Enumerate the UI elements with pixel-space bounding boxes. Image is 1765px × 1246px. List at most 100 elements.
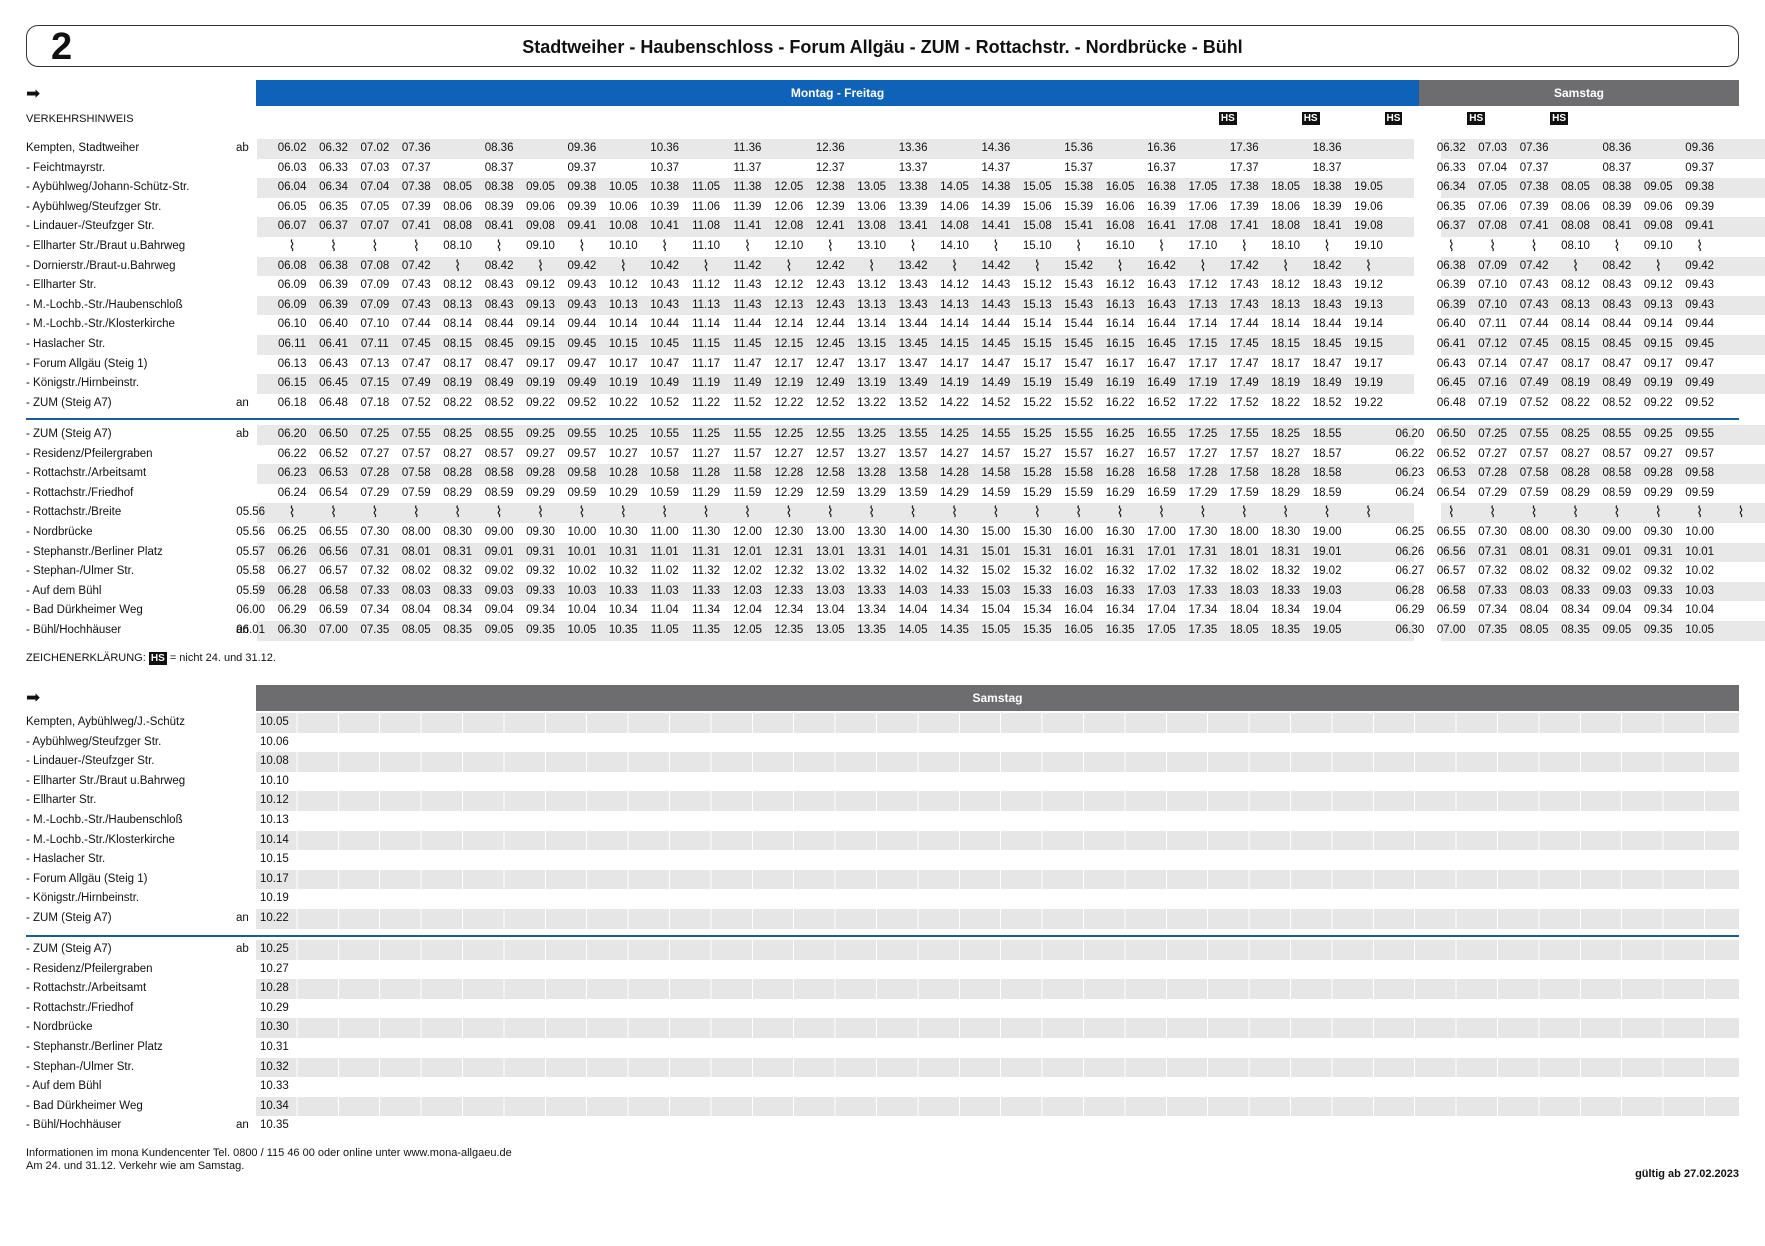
time-cell: 09.34 xyxy=(1643,604,1673,617)
time-cell: 08.47 xyxy=(1602,357,1632,370)
time-cell: 06.33 xyxy=(1436,161,1466,174)
time-cell: 10.01 xyxy=(567,545,597,558)
time-cell: 13.22 xyxy=(857,396,887,409)
stop-name: - Stephanstr./Berliner Platz xyxy=(26,545,163,558)
time-cell: 18.49 xyxy=(1312,377,1342,390)
time-cell: 08.38 xyxy=(484,181,514,194)
time-cell: 12.41 xyxy=(815,220,845,233)
time-cell: 18.44 xyxy=(1312,318,1342,331)
time-cell: 10.03 xyxy=(567,584,597,597)
timetable-page: { "header":{"line":"2","route":"Stadtwei… xyxy=(0,0,1765,1246)
time-cell: 07.38 xyxy=(1519,181,1549,194)
time-cell: 06.27 xyxy=(277,565,307,578)
time-cell: 06.43 xyxy=(319,357,348,370)
time-cell: 06.59 xyxy=(1436,604,1466,617)
arr-dep-marker: an xyxy=(236,912,249,924)
time-cell: 09.29 xyxy=(526,486,555,499)
time-cell: 14.49 xyxy=(981,377,1011,390)
time-cell: 08.43 xyxy=(1602,298,1632,311)
stop-name: - Feichtmayrstr. xyxy=(26,161,106,174)
time-cell: 07.11 xyxy=(360,338,389,350)
time-cell: 17.45 xyxy=(1229,338,1259,350)
skip-wave-icon: ⌇ xyxy=(1157,237,1166,255)
legend-hs-badge: HS xyxy=(148,652,167,665)
band-weekday: Montag - Freitag xyxy=(256,80,1419,106)
time-cell: 06.54 xyxy=(319,486,348,499)
time-cell: 07.05 xyxy=(1478,181,1508,194)
time-cell: 09.31 xyxy=(1643,545,1673,558)
time-cell: 07.42 xyxy=(401,259,431,272)
time-cell: 11.38 xyxy=(733,181,762,194)
time-cell: 12.28 xyxy=(774,467,804,480)
time-cell: 07.34 xyxy=(360,604,390,617)
time-cell: 15.19 xyxy=(1022,377,1052,390)
time-cell: 10.02 xyxy=(567,565,597,578)
stop-name: - Ellharter Str. xyxy=(26,279,97,292)
time-cell: 08.34 xyxy=(443,604,473,617)
time-cell: 05.56 xyxy=(236,526,266,538)
time-cell: 10.14 xyxy=(260,833,289,846)
time-cell: 05.58 xyxy=(236,565,266,578)
time-cell: 17.01 xyxy=(1147,545,1176,558)
table-separator xyxy=(26,935,1739,937)
time-cell: 14.38 xyxy=(981,181,1011,194)
time-cell: 18.41 xyxy=(1312,220,1342,233)
time-cell: 10.57 xyxy=(650,447,680,460)
time-cell: 11.58 xyxy=(733,467,762,480)
skip-wave-icon: ⌇ xyxy=(1571,256,1580,275)
skip-wave-icon: ⌇ xyxy=(950,256,959,275)
time-cell: 09.12 xyxy=(1643,279,1673,292)
skip-wave-icon: ⌇ xyxy=(536,503,545,522)
time-cell: 07.29 xyxy=(1478,486,1508,499)
time-cell: 15.36 xyxy=(1064,142,1094,154)
time-cell: 08.13 xyxy=(1561,298,1590,311)
time-cell: 09.30 xyxy=(1643,526,1673,538)
time-cell: 18.42 xyxy=(1312,259,1342,272)
time-cell: 09.43 xyxy=(1685,279,1715,292)
time-cell: 14.02 xyxy=(898,565,928,578)
time-cell: 10.43 xyxy=(650,298,680,311)
time-cell: 09.29 xyxy=(1643,486,1673,499)
time-cell: 06.41 xyxy=(1436,338,1466,350)
time-cell: 18.22 xyxy=(1271,396,1301,409)
time-cell: 09.01 xyxy=(484,545,514,558)
time-cell: 08.43 xyxy=(1602,279,1632,292)
time-cell: 07.07 xyxy=(360,220,390,233)
stop-name: - Bühl/Hochhäuser xyxy=(26,624,122,636)
time-cell: 09.17 xyxy=(1643,357,1673,370)
time-cell: 06.50 xyxy=(319,428,348,440)
time-cell: 13.14 xyxy=(857,318,887,331)
time-cell: 17.52 xyxy=(1229,396,1259,409)
time-cell: 17.29 xyxy=(1188,486,1218,499)
time-cell: 15.04 xyxy=(981,604,1011,617)
time-cell: 09.31 xyxy=(526,545,555,558)
time-cell: 17.05 xyxy=(1188,181,1218,194)
time-cell: 15.25 xyxy=(1022,428,1052,440)
time-cell: 12.30 xyxy=(774,526,804,538)
time-cell: 16.52 xyxy=(1147,396,1176,409)
time-cell: 11.30 xyxy=(692,526,721,538)
time-cell: 18.13 xyxy=(1271,298,1301,311)
time-cell: 16.01 xyxy=(1064,545,1094,558)
time-cell: 14.28 xyxy=(940,467,969,480)
time-cell: 10.28 xyxy=(260,982,289,995)
time-cell: 06.02 xyxy=(277,142,307,154)
time-cell: 13.30 xyxy=(857,526,887,538)
stop-name: - ZUM (Steig A7) xyxy=(26,912,112,924)
hs-badge: HS xyxy=(1550,112,1568,125)
time-cell: 16.45 xyxy=(1147,338,1176,350)
skip-wave-icon: ⌇ xyxy=(1282,503,1290,522)
time-cell: 09.15 xyxy=(1643,338,1673,350)
stop-name: - Residenz/Pfeilergraben xyxy=(26,962,153,975)
time-cell: 12.42 xyxy=(815,259,845,272)
time-cell: 18.36 xyxy=(1312,142,1342,154)
time-cell: 09.33 xyxy=(526,584,555,597)
time-cell: 12.22 xyxy=(774,396,804,409)
time-cell: 12.31 xyxy=(774,545,804,558)
time-cell: 10.35 xyxy=(260,1119,289,1132)
time-cell: 08.42 xyxy=(1602,259,1632,272)
time-cell: 12.58 xyxy=(815,467,845,480)
skip-wave-icon: ⌇ xyxy=(495,503,503,522)
time-cell: 09.34 xyxy=(526,604,555,617)
time-cell: 17.25 xyxy=(1188,428,1218,440)
